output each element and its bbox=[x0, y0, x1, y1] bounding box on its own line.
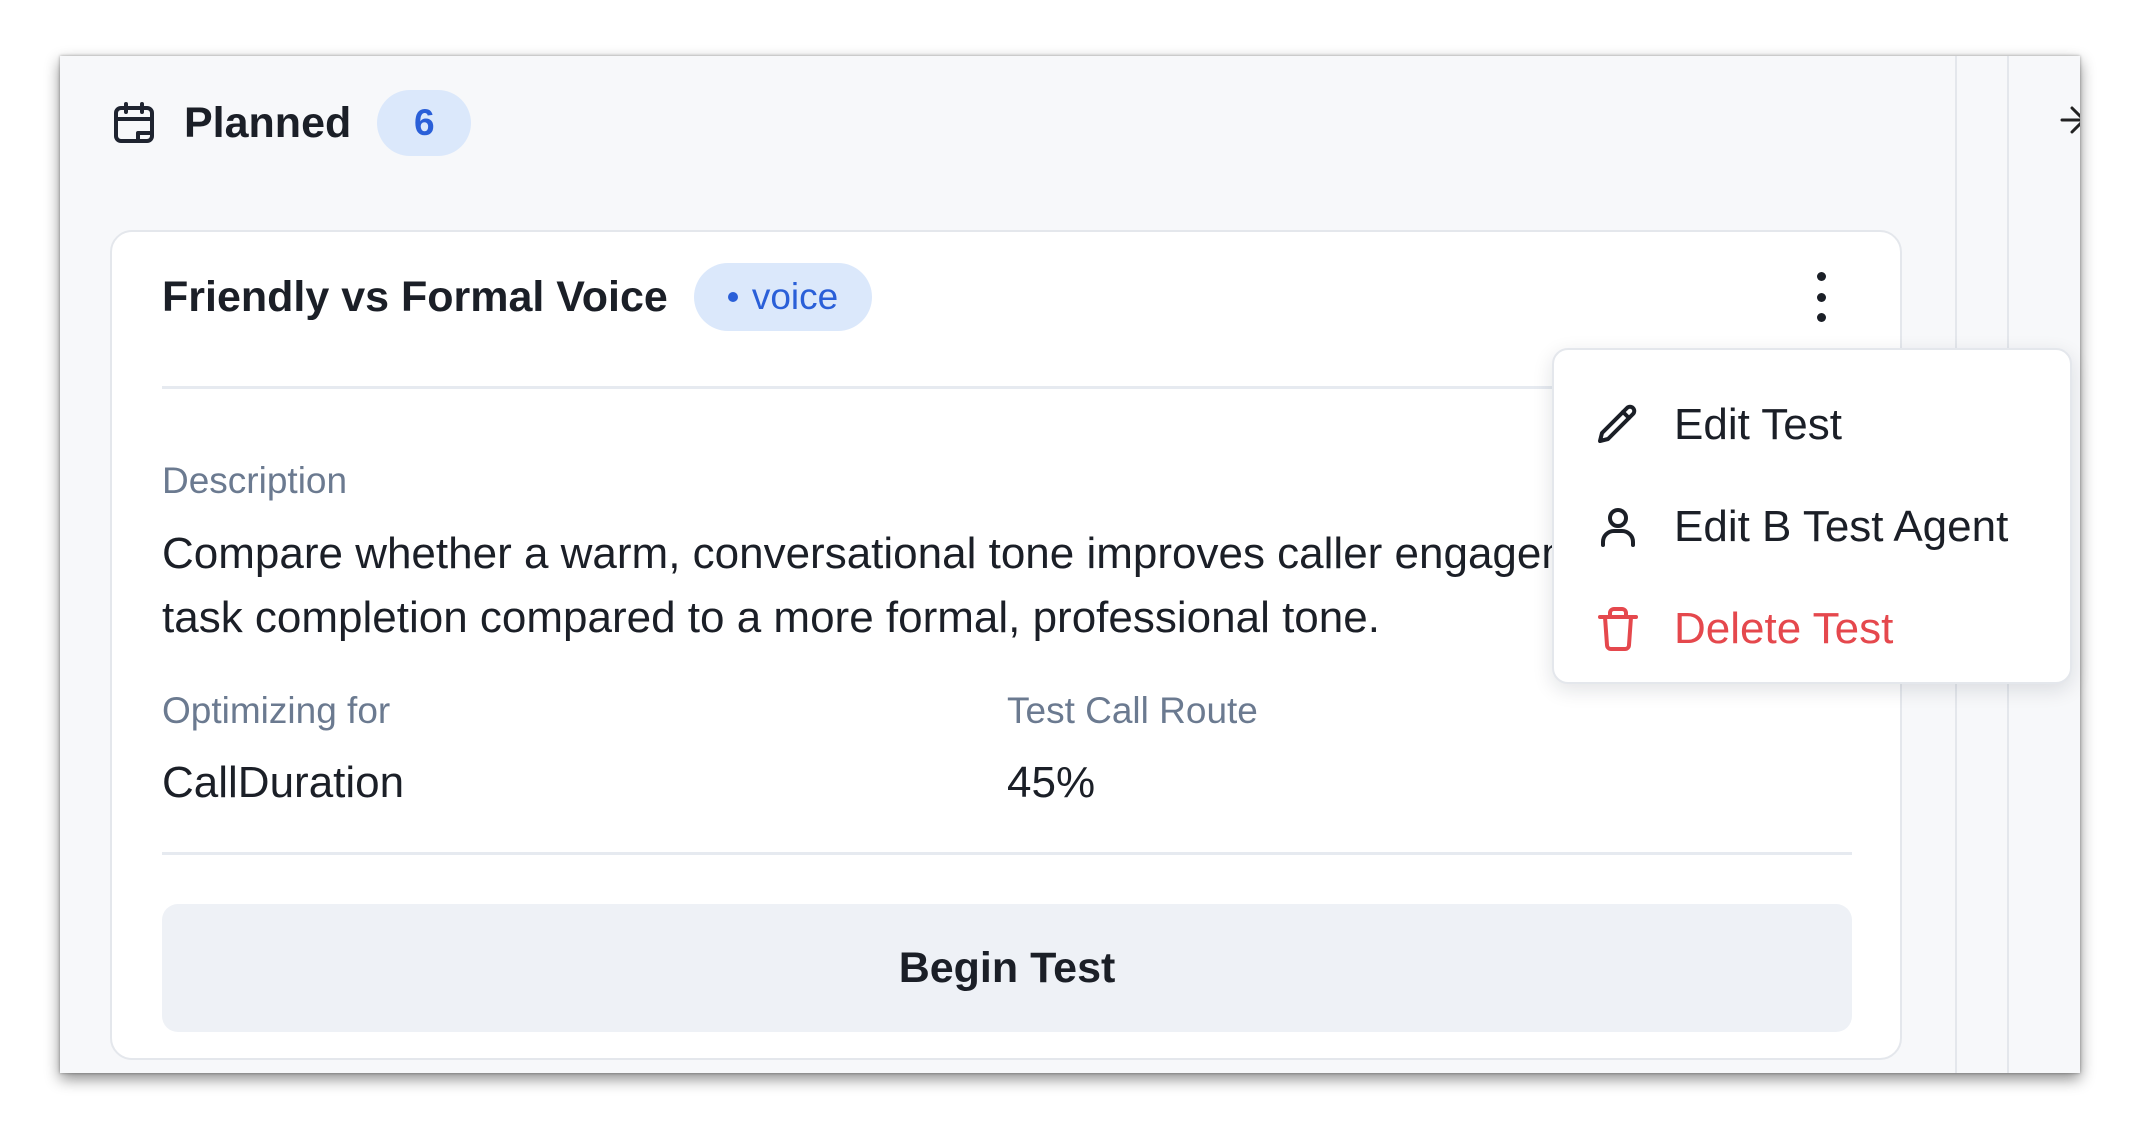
card-title: Friendly vs Formal Voice bbox=[162, 272, 668, 321]
menu-item-edit-test[interactable]: Edit Test bbox=[1554, 374, 2070, 476]
menu-item-edit-b-agent[interactable]: Edit B Test Agent bbox=[1554, 476, 2070, 578]
description-label: Description bbox=[162, 460, 348, 501]
pencil-icon bbox=[1598, 404, 1637, 443]
route-value: 45% bbox=[1007, 758, 1096, 807]
optimizing-value: CallDuration bbox=[162, 758, 405, 807]
kebab-dot bbox=[1816, 272, 1826, 281]
kebab-dot bbox=[1816, 292, 1826, 302]
column-title: Planned bbox=[184, 98, 352, 147]
menu-item-label: Edit Test bbox=[1674, 400, 1842, 449]
kebab-dot bbox=[1816, 313, 1826, 322]
optimizing-label: Optimizing for bbox=[162, 690, 391, 731]
route-label: Test Call Route bbox=[1007, 690, 1258, 731]
trash-icon bbox=[1598, 607, 1638, 651]
begin-test-button[interactable]: Begin Test bbox=[162, 904, 1852, 1032]
type-tag: voice bbox=[693, 263, 873, 331]
tag-dot-icon bbox=[727, 292, 738, 302]
menu-item-label: Delete Test bbox=[1674, 604, 1894, 653]
options-menu: Edit Test Edit B Test Agent Delete Test bbox=[1552, 348, 2072, 684]
menu-item-label: Edit B Test Agent bbox=[1674, 502, 2009, 551]
count-badge: 6 bbox=[377, 90, 472, 156]
menu-item-delete-test[interactable]: Delete Test bbox=[1554, 578, 2070, 680]
calendar-icon bbox=[114, 102, 154, 143]
user-icon bbox=[1601, 508, 1635, 547]
divider bbox=[162, 852, 1852, 855]
expand-icon[interactable] bbox=[2058, 100, 2080, 140]
description-text: Compare whether a warm, conversational t… bbox=[162, 529, 1725, 642]
card-header: Friendly vs Formal Voice voice bbox=[162, 262, 873, 332]
tag-label: voice bbox=[751, 276, 839, 317]
column-header: Planned 6 bbox=[110, 88, 472, 158]
more-options-button[interactable] bbox=[1806, 272, 1836, 322]
